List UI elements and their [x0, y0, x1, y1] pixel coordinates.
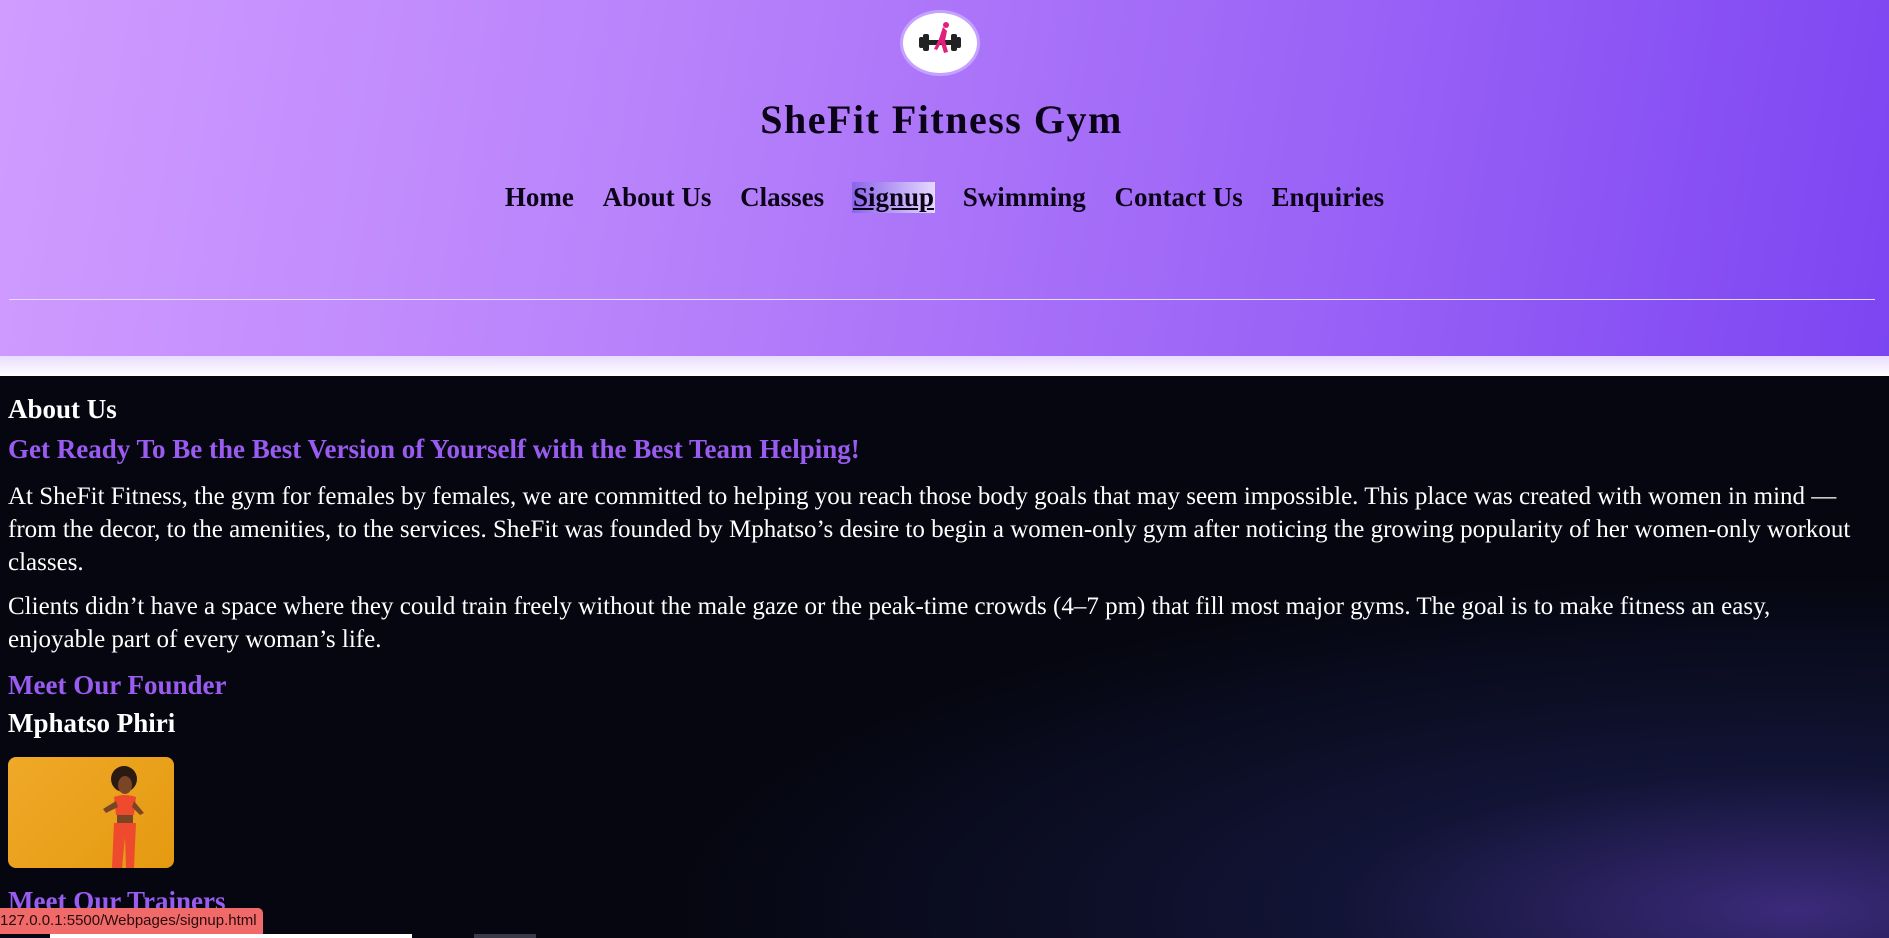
about-section: About Us Get Ready To Be the Best Versio…	[0, 376, 1889, 938]
nav-about-us[interactable]: About Us	[602, 182, 713, 213]
dumbbell-woman-logo-icon[interactable]	[900, 10, 980, 76]
site-title: SheFit Fitness Gym	[760, 97, 1123, 142]
main-nav: Home About Us Classes Signup Swimming Co…	[0, 182, 1889, 213]
link-status-bar: 127.0.0.1:5500/Webpages/signup.html	[0, 908, 263, 934]
header-bottom-fade	[0, 356, 1889, 376]
header-divider	[9, 299, 1875, 300]
founder-heading: Meet Our Founder	[8, 670, 227, 700]
nav-classes[interactable]: Classes	[739, 182, 825, 213]
about-heading: About Us	[8, 394, 117, 424]
founder-photo	[8, 757, 174, 868]
nav-enquiries[interactable]: Enquiries	[1271, 182, 1386, 213]
site-header: SheFit Fitness Gym Home About Us Classes…	[0, 0, 1889, 362]
nav-signup[interactable]: Signup	[851, 182, 936, 213]
taskbar-strip-secondary	[474, 934, 536, 938]
taskbar-strip	[50, 934, 412, 938]
tagline: Get Ready To Be the Best Version of Your…	[8, 434, 860, 464]
nav-contact-us[interactable]: Contact Us	[1114, 182, 1244, 213]
about-paragraph-1: At SheFit Fitness, the gym for females b…	[8, 483, 1851, 576]
founder-name: Mphatso Phiri	[8, 708, 176, 738]
about-paragraph-2: Clients didn’t have a space where they c…	[8, 593, 1771, 653]
nav-swimming[interactable]: Swimming	[962, 182, 1087, 213]
nav-home[interactable]: Home	[504, 182, 575, 213]
